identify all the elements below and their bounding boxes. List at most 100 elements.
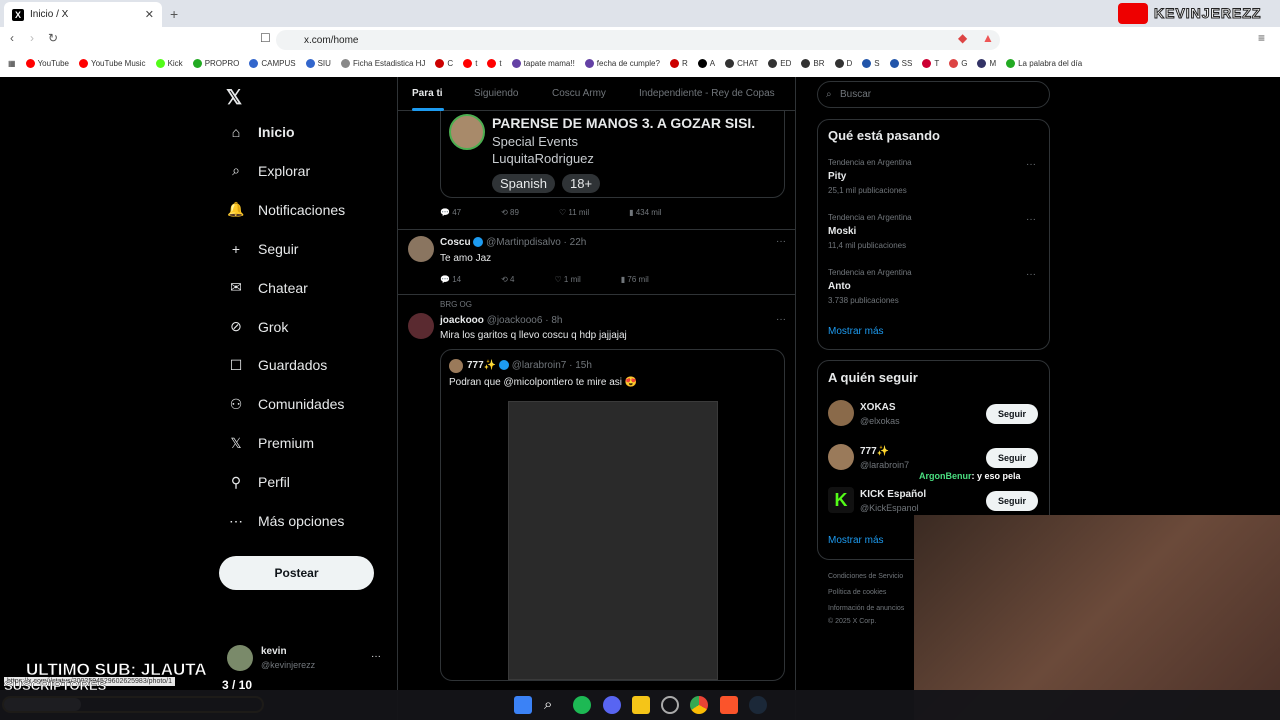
show-more-link[interactable]: Mostrar más — [828, 535, 884, 546]
search-icon[interactable]: ⌕ — [544, 696, 562, 714]
show-more-link[interactable]: Mostrar más — [828, 326, 884, 337]
bookmark-item[interactable]: CAMPUS — [249, 58, 296, 68]
nav-item-notificaciones[interactable]: 🔔 Notificaciones — [227, 201, 345, 218]
view-count[interactable]: ▮ 76 mil — [621, 275, 649, 284]
chrome-icon[interactable] — [690, 696, 708, 714]
more-icon[interactable]: ··· — [776, 314, 786, 325]
bookmark-item[interactable]: S — [862, 58, 880, 68]
discord-icon[interactable] — [603, 696, 621, 714]
trend-name[interactable]: Anto — [828, 281, 851, 292]
bookmark-item[interactable]: SS — [889, 58, 912, 68]
tab-coscu-army[interactable]: Coscu Army — [552, 88, 606, 99]
windows-start-icon[interactable] — [514, 696, 532, 714]
more-icon[interactable]: ··· — [371, 651, 381, 662]
more-icon[interactable]: ··· — [776, 236, 786, 247]
author-handle[interactable]: @Martinpdisalvo · 22h — [486, 237, 586, 248]
bookmark-item[interactable]: M — [977, 58, 996, 68]
tab-siguiendo[interactable]: Siguiendo — [474, 88, 518, 99]
new-tab-icon[interactable]: + — [170, 6, 178, 22]
trend-name[interactable]: Moski — [828, 226, 856, 237]
nav-item-guardados[interactable]: ☐ Guardados — [228, 357, 328, 374]
search-input[interactable]: ⌕ Buscar — [817, 81, 1050, 108]
nav-item-inicio[interactable]: ⌂ Inicio — [228, 124, 295, 140]
follow-button[interactable]: Seguir — [986, 404, 1038, 424]
more-icon[interactable]: ··· — [1026, 214, 1036, 225]
file-explorer-icon[interactable] — [632, 696, 650, 714]
nav-item-explorar[interactable]: ⌕ Explorar — [228, 162, 310, 179]
tab-para-ti[interactable]: Para ti — [412, 88, 443, 99]
bookmark-item[interactable]: SIU — [305, 58, 331, 68]
bookmark-item[interactable]: D — [834, 58, 852, 68]
media-placeholder[interactable] — [508, 401, 718, 680]
author-name[interactable]: joackooo — [440, 315, 484, 326]
author-handle[interactable]: @joackooo6 · 8h — [487, 315, 563, 326]
browser-tab[interactable]: X Inicio / X ✕ — [4, 2, 162, 27]
brave-rewards-icon[interactable]: ▲ — [982, 31, 994, 45]
follow-handle[interactable]: @larabroin7 — [860, 460, 909, 470]
x-logo-icon[interactable]: 𝕏 — [226, 85, 242, 110]
obs-icon[interactable] — [661, 696, 679, 714]
avatar[interactable]: K — [828, 487, 854, 513]
bookmark-item[interactable]: t — [463, 58, 477, 68]
nav-item-grok[interactable]: ⊘ Grok — [228, 318, 288, 335]
bookmark-item[interactable]: C — [435, 58, 453, 68]
bookmark-item[interactable]: La palabra del día — [1006, 58, 1082, 68]
follow-name[interactable]: 777✨ — [860, 446, 889, 457]
avatar[interactable] — [408, 236, 434, 262]
repost-count[interactable]: ⟲ 89 — [501, 208, 519, 217]
bookmark-item[interactable]: PROPRO — [192, 58, 239, 68]
avatar[interactable] — [408, 313, 434, 339]
bookmark-item[interactable]: t — [487, 58, 502, 68]
quote-author-name[interactable]: 777✨ — [467, 360, 496, 371]
avatar[interactable] — [227, 645, 253, 671]
bookmark-item[interactable]: T — [922, 58, 939, 68]
close-icon[interactable]: ✕ — [145, 8, 154, 21]
quote-author-handle[interactable]: @larabroin7 · 15h — [512, 360, 592, 371]
bookmark-icon[interactable]: ☐ — [260, 31, 271, 45]
follow-handle[interactable]: @elxokas — [860, 416, 900, 426]
more-icon[interactable]: ··· — [1026, 269, 1036, 280]
repost-count[interactable]: ⟲ 4 — [501, 275, 514, 284]
address-bar[interactable]: x.com/home — [276, 30, 1000, 50]
bookmark-item[interactable]: Ficha Estadistica HJ — [340, 58, 425, 68]
reply-count[interactable]: 💬 47 — [440, 208, 461, 217]
bookmark-item[interactable]: G — [949, 58, 967, 68]
footer-cookies[interactable]: Política de cookies — [828, 589, 886, 596]
bookmark-item[interactable]: tapate mama!! — [511, 58, 575, 68]
trend-name[interactable]: Pity — [828, 171, 846, 182]
brave-shield-icon[interactable]: ◆ — [958, 31, 967, 45]
bookmark-item[interactable]: R — [669, 58, 688, 68]
brave-icon[interactable] — [720, 696, 738, 714]
bookmark-item[interactable]: A — [697, 58, 715, 68]
menu-icon[interactable]: ≡ — [1258, 31, 1265, 45]
bookmark-item[interactable]: fecha de cumple? — [584, 58, 660, 68]
nav-item-chatear[interactable]: ✉ Chatear — [228, 279, 308, 296]
nav-item-mas-opciones[interactable]: ⋯ Más opciones — [228, 513, 344, 530]
bookmark-item[interactable]: YouTube — [25, 58, 69, 68]
apps-icon[interactable]: ▦ — [8, 59, 16, 68]
footer-terms[interactable]: Condiciones de Servicio — [828, 573, 903, 580]
nav-item-perfil[interactable]: ⚲ Perfil — [228, 474, 290, 491]
bookmark-item[interactable]: Kick — [155, 58, 183, 68]
nav-item-comunidades[interactable]: ⚇ Comunidades — [228, 396, 345, 413]
nav-item-seguir[interactable]: + Seguir — [228, 241, 299, 257]
bookmark-item[interactable]: CHAT — [725, 58, 758, 68]
post-button[interactable]: Postear — [219, 556, 374, 590]
steam-icon[interactable] — [749, 696, 767, 714]
author-name[interactable]: Coscu — [440, 237, 471, 248]
avatar[interactable] — [828, 443, 854, 470]
more-icon[interactable]: ··· — [1026, 159, 1036, 170]
like-count[interactable]: ♡ 1 mil — [554, 275, 580, 284]
follow-name[interactable]: XOKAS — [860, 402, 896, 413]
bookmark-item[interactable]: BR — [801, 58, 825, 68]
reply-count[interactable]: 💬 14 — [440, 275, 461, 284]
bookmark-item[interactable]: ED — [768, 58, 791, 68]
view-count[interactable]: ▮ 434 mil — [629, 208, 661, 217]
back-icon[interactable]: ‹ — [10, 31, 14, 45]
bookmark-item[interactable]: YouTube Music — [79, 58, 146, 68]
follow-name[interactable]: KICK Español — [860, 489, 926, 500]
follow-button[interactable]: Seguir — [986, 491, 1038, 511]
reload-icon[interactable]: ↻ — [48, 31, 58, 45]
follow-button[interactable]: Seguir — [986, 447, 1038, 468]
forward-icon[interactable]: › — [30, 31, 34, 45]
